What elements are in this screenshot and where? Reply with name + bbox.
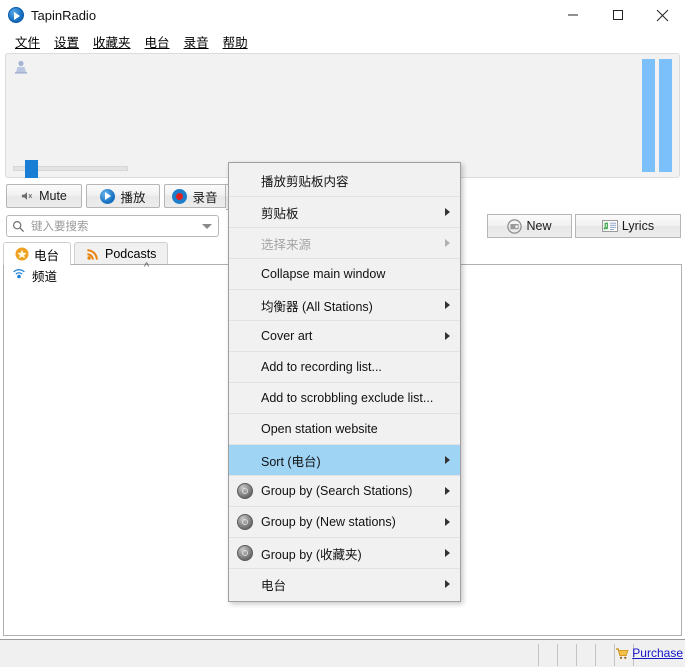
submenu-arrow-icon	[445, 332, 450, 340]
menu-file[interactable]: 文件	[8, 30, 47, 53]
ctx-select-source-label: 选择来源	[261, 234, 311, 253]
volume-slider-thumb[interactable]	[25, 160, 38, 178]
ctx-stations-label: 电台	[261, 575, 286, 594]
ctx-group-by-favorites-label: Group by (收藏夹)	[261, 544, 362, 563]
search-dropdown-icon[interactable]	[202, 224, 212, 229]
lyrics-button[interactable]: Lyrics	[575, 214, 681, 238]
ctx-clipboard-label: 剪贴板	[261, 203, 299, 222]
rss-icon	[86, 247, 100, 261]
menu-stations[interactable]: 电台	[138, 30, 177, 53]
submenu-arrow-icon	[445, 301, 450, 309]
ctx-group-by-search-stations[interactable]: Group by (Search Stations)	[229, 475, 460, 506]
submenu-arrow-icon	[445, 456, 450, 464]
group-ball-icon	[237, 514, 253, 530]
visualizer-panel	[5, 53, 680, 178]
status-separator	[557, 644, 558, 666]
record-button-label: 录音	[192, 187, 217, 206]
ctx-play-clipboard[interactable]: 播放剪贴板内容	[229, 165, 460, 196]
status-bar: Purchase	[0, 639, 685, 667]
record-button[interactable]: 录音	[164, 184, 226, 208]
submenu-arrow-icon	[445, 549, 450, 557]
close-icon[interactable]	[640, 0, 685, 30]
tab-stations[interactable]: 电台	[3, 242, 71, 265]
ctx-group-by-favorites[interactable]: Group by (收藏夹)	[229, 537, 460, 568]
context-menu: 播放剪贴板内容 剪贴板 选择来源 Collapse main window 均衡…	[228, 162, 461, 602]
ctx-group-by-new-stations-label: Group by (New stations)	[261, 515, 396, 529]
status-separator	[538, 644, 539, 666]
search-input[interactable]: 键入要搜索	[6, 215, 219, 237]
ctx-add-to-recording-list-label: Add to recording list...	[261, 360, 382, 374]
cart-icon	[615, 647, 629, 660]
star-icon	[15, 247, 29, 261]
status-separator	[576, 644, 577, 666]
ctx-equalizer-label: 均衡器 (All Stations)	[261, 296, 373, 315]
ctx-group-by-search-stations-label: Group by (Search Stations)	[261, 484, 412, 498]
menu-record[interactable]: 录音	[177, 30, 216, 53]
submenu-arrow-icon	[445, 208, 450, 216]
submenu-arrow-icon	[445, 239, 450, 247]
purchase-link-group[interactable]: Purchase	[615, 646, 683, 660]
play-button[interactable]: 播放	[86, 184, 160, 208]
ctx-add-to-scrobbling-exclude-list[interactable]: Add to scrobbling exclude list...	[229, 382, 460, 413]
mute-button-label: Mute	[39, 189, 67, 203]
tapinradio-window: TapinRadio 文件 设置 收藏夹 电台 录音 帮助	[0, 0, 685, 667]
ctx-cover-art[interactable]: Cover art	[229, 320, 460, 351]
ctx-equalizer[interactable]: 均衡器 (All Stations)	[229, 289, 460, 320]
window-title: TapinRadio	[31, 8, 96, 23]
ctx-collapse-main-window[interactable]: Collapse main window	[229, 258, 460, 289]
record-icon	[172, 189, 187, 204]
new-button[interactable]: New	[487, 214, 572, 238]
ctx-cover-art-label: Cover art	[261, 329, 312, 343]
vu-meter	[642, 59, 672, 172]
ctx-group-by-new-stations[interactable]: Group by (New stations)	[229, 506, 460, 537]
speaker-icon	[21, 190, 34, 202]
purchase-link[interactable]: Purchase	[632, 646, 683, 660]
transport-bar: Mute 播放 录音	[6, 184, 244, 210]
group-ball-icon	[237, 483, 253, 499]
menu-help[interactable]: 帮助	[216, 30, 255, 53]
title-bar: TapinRadio	[0, 0, 685, 30]
vu-bar-right	[659, 59, 672, 172]
ctx-add-to-recording-list[interactable]: Add to recording list...	[229, 351, 460, 382]
ctx-open-station-website[interactable]: Open station website	[229, 413, 460, 444]
menu-favorites[interactable]: 收藏夹	[86, 30, 138, 53]
list-item-label: 频道	[32, 266, 57, 285]
radio-icon	[507, 219, 522, 234]
collapse-chevron-icon[interactable]: ^	[144, 262, 149, 273]
search-placeholder: 键入要搜索	[31, 218, 89, 234]
broadcast-icon	[12, 269, 26, 281]
play-circle-icon	[8, 7, 24, 23]
vu-bar-left	[642, 59, 655, 172]
status-separator	[595, 644, 596, 666]
ctx-sort-stations-label: Sort (电台)	[261, 451, 321, 470]
ctx-play-clipboard-label: 播放剪贴板内容	[261, 171, 349, 190]
play-icon	[100, 189, 115, 204]
lyrics-button-label: Lyrics	[622, 219, 654, 233]
tab-stations-label: 电台	[34, 245, 59, 264]
ctx-open-station-website-label: Open station website	[261, 422, 378, 436]
ctx-sort-stations[interactable]: Sort (电台)	[229, 444, 460, 475]
submenu-arrow-icon	[445, 487, 450, 495]
maximize-icon[interactable]	[595, 0, 640, 30]
search-icon	[12, 220, 25, 233]
play-button-label: 播放	[120, 187, 145, 206]
lyrics-icon	[602, 219, 618, 233]
station-icon	[13, 59, 29, 75]
submenu-arrow-icon	[445, 518, 450, 526]
tab-podcasts[interactable]: Podcasts	[74, 242, 168, 265]
menu-bar: 文件 设置 收藏夹 电台 录音 帮助	[0, 30, 685, 52]
window-controls	[550, 0, 685, 30]
menu-settings[interactable]: 设置	[47, 30, 86, 53]
mute-button[interactable]: Mute	[6, 184, 82, 208]
minimize-icon[interactable]	[550, 0, 595, 30]
ctx-select-source: 选择来源	[229, 227, 460, 258]
group-ball-icon	[237, 545, 253, 561]
submenu-arrow-icon	[445, 580, 450, 588]
ctx-add-to-scrobbling-exclude-list-label: Add to scrobbling exclude list...	[261, 391, 433, 405]
new-button-label: New	[526, 219, 551, 233]
tab-podcasts-label: Podcasts	[105, 247, 156, 261]
ctx-stations[interactable]: 电台	[229, 568, 460, 599]
ctx-collapse-main-window-label: Collapse main window	[261, 267, 385, 281]
ctx-clipboard[interactable]: 剪贴板	[229, 196, 460, 227]
